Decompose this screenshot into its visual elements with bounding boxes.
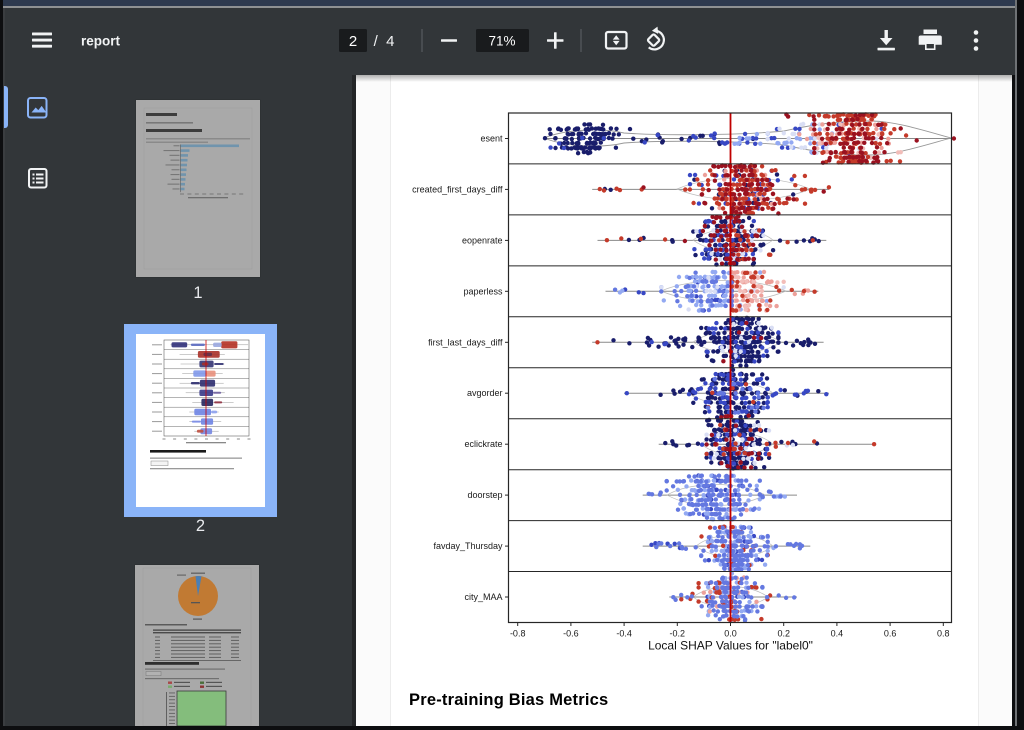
svg-text:eclickrate: eclickrate [464, 439, 502, 449]
svg-text:avgorder: avgorder [467, 388, 503, 398]
svg-text:report: report [81, 34, 121, 49]
svg-text:/ 4: / 4 [374, 33, 395, 50]
svg-text:-0.6: -0.6 [563, 629, 579, 639]
svg-text:0.6: 0.6 [884, 629, 897, 639]
svg-text:Local SHAP Values for "label0": Local SHAP Values for "label0" [648, 639, 813, 653]
svg-text:-0.2: -0.2 [670, 629, 686, 639]
svg-text:0.2: 0.2 [777, 629, 790, 639]
svg-text:eopenrate: eopenrate [462, 235, 503, 245]
svg-text:71%: 71% [488, 34, 515, 49]
svg-text:-0.4: -0.4 [616, 629, 632, 639]
svg-text:esent: esent [480, 134, 503, 144]
svg-text:doorstep: doorstep [467, 490, 502, 500]
svg-text:0.8: 0.8 [937, 629, 950, 639]
svg-text:-0.8: -0.8 [510, 629, 526, 639]
svg-text:0.4: 0.4 [831, 629, 844, 639]
svg-text:favday_Thursday: favday_Thursday [433, 541, 503, 551]
svg-text:2: 2 [349, 33, 357, 50]
svg-text:first_last_days_diff: first_last_days_diff [428, 337, 503, 347]
svg-text:created_first_days_diff: created_first_days_diff [412, 184, 503, 194]
svg-text:city_MAA: city_MAA [464, 592, 502, 602]
svg-text:paperless: paperless [463, 286, 503, 296]
svg-text:0.0: 0.0 [724, 629, 737, 639]
